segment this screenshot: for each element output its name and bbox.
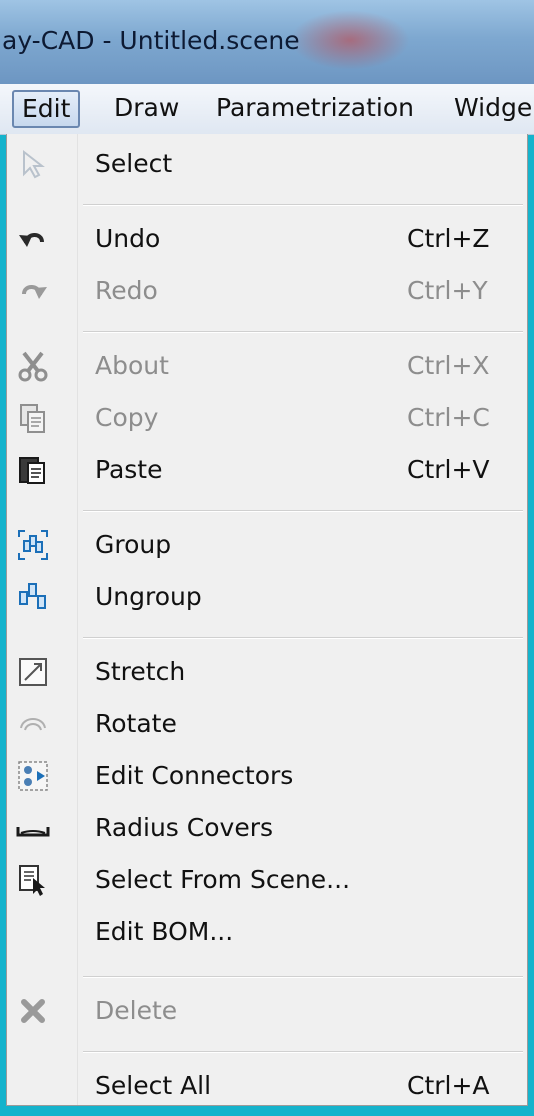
menu-separator — [83, 637, 523, 639]
menu-item-label: Redo — [95, 276, 158, 305]
group-icon — [15, 527, 51, 563]
cursor-arrow-icon — [15, 146, 51, 182]
menu-item-edit-connectors[interactable]: Edit Connectors — [7, 750, 527, 802]
menu-item-label: Select From Scene... — [95, 865, 351, 894]
copy-icon — [15, 400, 51, 436]
paste-icon — [15, 452, 51, 488]
menu-separator — [83, 510, 523, 512]
menu-item-shortcut: Ctrl+V — [407, 455, 490, 484]
menu-item-label: Ungroup — [95, 582, 202, 611]
menu-item-delete[interactable]: Delete — [7, 985, 527, 1037]
menu-item-label: Paste — [95, 455, 163, 484]
menu-bar: Edit Draw Parametrization Widge — [0, 84, 534, 135]
menu-separator — [83, 976, 523, 978]
menu-item-shortcut: Ctrl+C — [407, 403, 490, 432]
menu-item-rotate[interactable]: Rotate — [7, 698, 527, 750]
stretch-icon — [15, 654, 51, 690]
menu-item-redo[interactable]: Redo Ctrl+Y — [7, 265, 527, 317]
menu-separator — [83, 204, 523, 206]
select-from-scene-icon — [15, 862, 51, 898]
menu-item-group[interactable]: Group — [7, 519, 527, 571]
menu-item-label: Edit BOM... — [95, 917, 234, 946]
ungroup-icon — [15, 579, 51, 615]
menu-item-paste[interactable]: Paste Ctrl+V — [7, 444, 527, 496]
menu-item-undo[interactable]: Undo Ctrl+Z — [7, 213, 527, 265]
delete-x-icon — [15, 993, 51, 1029]
menu-item-label: Radius Covers — [95, 813, 274, 842]
menu-item-label: Rotate — [95, 709, 177, 738]
menu-edit[interactable]: Edit — [12, 90, 81, 128]
menu-widgets[interactable]: Widge — [446, 89, 534, 127]
menu-item-about[interactable]: About Ctrl+X — [7, 340, 527, 392]
menu-item-shortcut: Ctrl+A — [407, 1071, 490, 1100]
menu-item-label: Stretch — [95, 657, 186, 686]
menu-item-label: Delete — [95, 996, 178, 1025]
redo-icon — [15, 273, 51, 309]
title-bar-glow — [290, 10, 410, 70]
undo-icon — [15, 221, 51, 257]
menu-item-label: About — [95, 351, 169, 380]
connectors-icon — [15, 758, 51, 794]
menu-item-select[interactable]: Select — [7, 138, 527, 190]
menu-item-radius-covers[interactable]: Radius Covers — [7, 802, 527, 854]
rotate-icon — [15, 706, 51, 742]
menu-item-label: Select All — [95, 1071, 212, 1100]
menu-item-select-from-scene[interactable]: Select From Scene... — [7, 854, 527, 906]
menu-item-label: Copy — [95, 403, 159, 432]
menu-item-stretch[interactable]: Stretch — [7, 646, 527, 698]
edit-dropdown-menu: Select Undo Ctrl+Z Redo Ctrl+Y About Ctr… — [6, 134, 528, 1106]
menu-item-shortcut: Ctrl+Z — [407, 224, 490, 253]
window-title: ay-CAD - Untitled.scene — [2, 26, 300, 55]
menu-item-label: Group — [95, 530, 172, 559]
menu-item-label: Select — [95, 149, 173, 178]
menu-item-shortcut: Ctrl+Y — [407, 276, 488, 305]
menu-item-ungroup[interactable]: Ungroup — [7, 571, 527, 623]
menu-item-copy[interactable]: Copy Ctrl+C — [7, 392, 527, 444]
scissors-icon — [15, 348, 51, 384]
menu-item-shortcut: Ctrl+X — [407, 351, 490, 380]
menu-item-label: Undo — [95, 224, 161, 253]
menu-parametrization[interactable]: Parametrization — [208, 89, 422, 127]
menu-item-select-all[interactable]: Select All Ctrl+A — [7, 1060, 527, 1105]
menu-separator — [83, 1051, 523, 1053]
menu-draw[interactable]: Draw — [106, 89, 187, 127]
menu-item-label: Edit Connectors — [95, 761, 294, 790]
menu-item-edit-bom[interactable]: Edit BOM... — [7, 906, 527, 958]
menu-separator — [83, 331, 523, 333]
radius-cover-icon — [15, 810, 51, 846]
window-title-bar: ay-CAD - Untitled.scene — [0, 0, 534, 84]
